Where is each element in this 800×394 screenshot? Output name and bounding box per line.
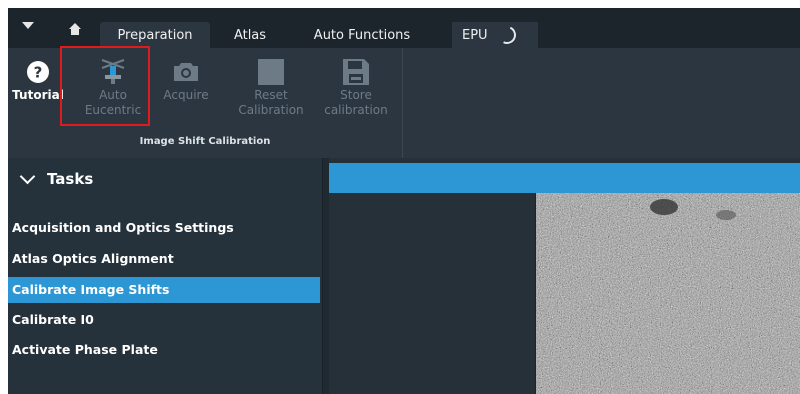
svg-text:?: ?	[34, 64, 43, 82]
tab-atlas[interactable]: Atlas	[220, 22, 280, 48]
ribbon-group-label: Image Shift Calibration	[139, 136, 271, 147]
task-item-calibrate-image-shifts[interactable]: Calibrate Image Shifts	[8, 277, 320, 303]
chevron-down-icon	[19, 168, 36, 184]
task-item-acquisition-optics[interactable]: Acquisition and Optics Settings	[8, 215, 320, 241]
micrograph-image	[536, 193, 800, 394]
loading-spinner-icon	[495, 23, 519, 47]
highlight-box	[60, 46, 150, 126]
home-icon[interactable]	[68, 22, 82, 36]
reset-calibration-label: Reset Calibration	[238, 88, 304, 117]
view-side-panel	[329, 193, 536, 394]
tab-epu[interactable]: EPU	[452, 22, 538, 48]
tasks-panel: Tasks Acquisition and Optics Settings At…	[8, 158, 323, 394]
task-item-activate-phase-plate[interactable]: Activate Phase Plate	[8, 337, 320, 363]
tab-preparation[interactable]: Preparation	[100, 22, 210, 48]
store-calibration-label: Store calibration	[324, 88, 388, 117]
help-icon: ?	[27, 61, 49, 83]
image-view-area	[329, 163, 800, 394]
tasks-title: Tasks	[47, 170, 94, 188]
reset-icon	[258, 59, 284, 85]
tutorial-label: Tutorial	[12, 88, 64, 102]
store-calibration-button[interactable]: Store calibration	[318, 58, 394, 118]
top-tab-bar: Preparation Atlas Auto Functions EPU	[8, 8, 800, 48]
reset-calibration-button[interactable]: Reset Calibration	[236, 58, 306, 118]
tutorial-button[interactable]: ? Tutorial	[10, 58, 66, 103]
acquire-button[interactable]: Acquire	[156, 58, 216, 103]
tab-auto-functions[interactable]: Auto Functions	[300, 22, 424, 48]
view-header-bar	[329, 163, 800, 193]
camera-icon	[174, 63, 198, 81]
acquire-label: Acquire	[163, 88, 209, 102]
tasks-header[interactable]: Tasks	[8, 158, 322, 200]
menu-dropdown-icon[interactable]	[22, 22, 34, 29]
task-item-calibrate-i0[interactable]: Calibrate I0	[8, 307, 320, 333]
task-item-atlas-optics[interactable]: Atlas Optics Alignment	[8, 246, 320, 272]
save-icon	[343, 59, 369, 85]
tab-epu-label: EPU	[462, 27, 488, 43]
